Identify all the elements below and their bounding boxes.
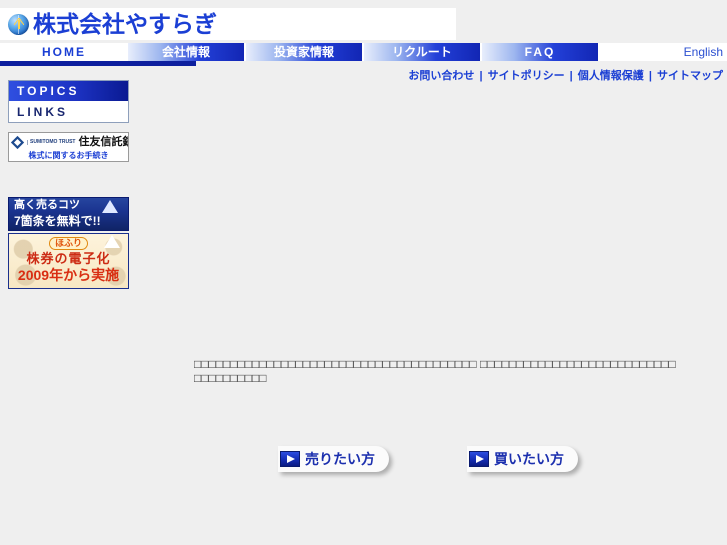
site-title: 株式会社やすらぎ <box>33 11 217 37</box>
bank-sub-label: 株式に関するお手続き <box>28 151 109 160</box>
play-arrow-icon <box>469 451 489 467</box>
bank-mark-label: SUMITOMO TRUST <box>27 139 75 145</box>
cta-button-row: 売りたい方 買いたい方 <box>278 446 578 472</box>
nav-item-english[interactable]: English <box>684 45 723 59</box>
utility-link-site-policy[interactable]: サイトポリシー <box>488 70 565 82</box>
banner-sumitomo-trust-bank[interactable]: SUMITOMO TRUST 住友信託銀行 株式に関するお手続き <box>8 132 129 162</box>
primary-nav: HOME 会社情報 投資家情報 リクルート FAQ English <box>0 43 727 61</box>
bank-banner-top-row: SUMITOMO TRUST 住友信託銀行 <box>9 133 128 151</box>
ad-cream-line2: 2009年から実施 <box>17 267 120 283</box>
cta-button-sell-label: 売りたい方 <box>305 451 375 467</box>
sidebar-menu: TOPICS LINKS <box>8 80 129 123</box>
cta-button-buy-label: 買いたい方 <box>494 451 564 467</box>
banner-hofuri-paperless-shares[interactable]: ほふり 株券の電子化 2009年から実施 <box>8 233 129 289</box>
diamond-logo-icon <box>11 136 24 149</box>
globe-icon <box>8 13 29 35</box>
ad-blue-line2: 7箇条を無料で!! <box>14 214 101 228</box>
cta-button-buy[interactable]: 買いたい方 <box>467 446 578 472</box>
utility-link-contact[interactable]: お問い合わせ <box>408 70 474 82</box>
nav-item-home[interactable]: HOME <box>0 43 128 61</box>
sidebar-item-topics[interactable]: TOPICS <box>9 81 128 102</box>
cta-button-sell[interactable]: 売りたい方 <box>278 446 389 472</box>
ad-cream-line1: 株券の電子化 <box>26 251 111 266</box>
nav-item-company[interactable]: 会社情報 <box>128 43 246 61</box>
sidebar-item-links[interactable]: LINKS <box>9 102 128 122</box>
peak-arrow-icon <box>104 235 120 248</box>
play-arrow-icon <box>280 451 300 467</box>
utility-separator: | <box>479 70 483 82</box>
nav-active-underline <box>0 61 196 66</box>
utility-nav: お問い合わせ | サイトポリシー | 個人情報保護 | サイトマップ <box>408 67 723 83</box>
utility-link-privacy[interactable]: 個人情報保護 <box>578 70 644 82</box>
nav-item-recruit[interactable]: リクルート <box>364 43 482 61</box>
nav-item-investors[interactable]: 投資家情報 <box>246 43 364 61</box>
banner-selling-tips[interactable]: 高く売るコツ 7箇条を無料で!! <box>8 197 129 231</box>
peak-arrow-icon <box>102 200 118 213</box>
utility-separator: | <box>648 70 652 82</box>
hofuri-pill-label: ほふり <box>48 237 88 250</box>
utility-link-sitemap[interactable]: サイトマップ <box>657 70 723 82</box>
utility-separator: | <box>569 70 573 82</box>
nav-right-area: English <box>600 43 727 61</box>
main-body-text: □□□□□□□□□□□□□□□□□□□□□□□□□□□□□□□□□□□□□□□ … <box>194 357 676 385</box>
nav-item-faq[interactable]: FAQ <box>482 43 600 61</box>
site-logo[interactable]: 株式会社やすらぎ <box>8 10 217 38</box>
bank-name-label: 住友信託銀行 <box>78 136 128 148</box>
